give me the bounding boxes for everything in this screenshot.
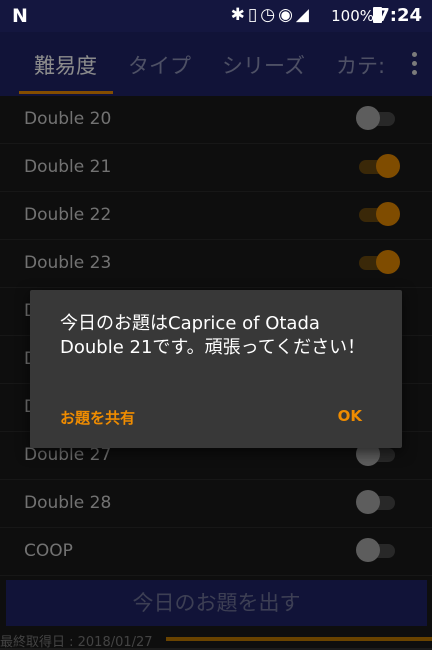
ok-button[interactable]: OK bbox=[338, 407, 362, 425]
battery-level: 100% bbox=[331, 7, 374, 25]
today-topic-dialog: 今日のお題はCaprice of Otada Double 21です。頑張ってく… bbox=[30, 290, 402, 448]
signal-icon: ◢ bbox=[295, 5, 312, 25]
bluetooth-icon: ✱ bbox=[230, 5, 248, 25]
alarm-icon: ◷ bbox=[260, 5, 279, 25]
notification-logo: N bbox=[12, 5, 28, 27]
status-bar: N ✱▯◷◉◢ 100% 7:24 bbox=[0, 0, 432, 32]
status-icons: ✱▯◷◉◢ bbox=[231, 5, 312, 25]
clock: 7:24 bbox=[377, 5, 422, 26]
wifi-icon: ◉ bbox=[278, 5, 296, 25]
dialog-message: 今日のお題はCaprice of Otada Double 21です。頑張ってく… bbox=[60, 313, 366, 358]
vibrate-icon: ▯ bbox=[247, 5, 261, 25]
share-topic-button[interactable]: お題を共有 bbox=[60, 407, 135, 428]
